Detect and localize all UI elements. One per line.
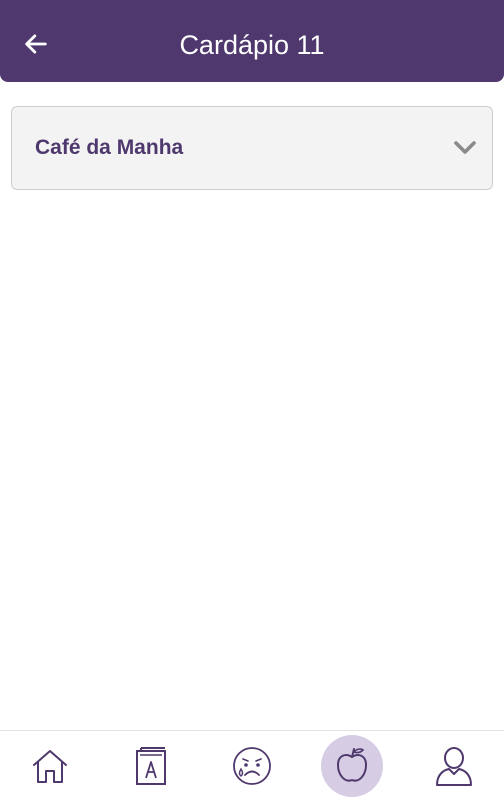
user-icon — [436, 747, 472, 786]
bottom-navigation — [0, 730, 504, 800]
top-app-bar: Cardápio 11 — [0, 0, 504, 82]
accordion-cafe-da-manha[interactable]: Café da Manha — [11, 106, 493, 190]
page-title: Cardápio 11 — [179, 30, 325, 60]
nav-diet[interactable] — [321, 735, 383, 797]
accordion-label: Café da Manha — [35, 136, 184, 159]
nav-home[interactable] — [19, 735, 81, 797]
book-icon — [136, 747, 166, 785]
apple-icon — [337, 748, 367, 782]
nav-profile[interactable] — [423, 735, 485, 797]
app-screen: Cardápio 11 Café da Manha — [0, 0, 504, 800]
home-icon — [33, 750, 67, 783]
sad-face-icon — [233, 747, 271, 785]
nav-mood[interactable] — [221, 735, 283, 797]
chevron-down-icon — [452, 137, 478, 159]
nav-book[interactable] — [120, 735, 182, 797]
